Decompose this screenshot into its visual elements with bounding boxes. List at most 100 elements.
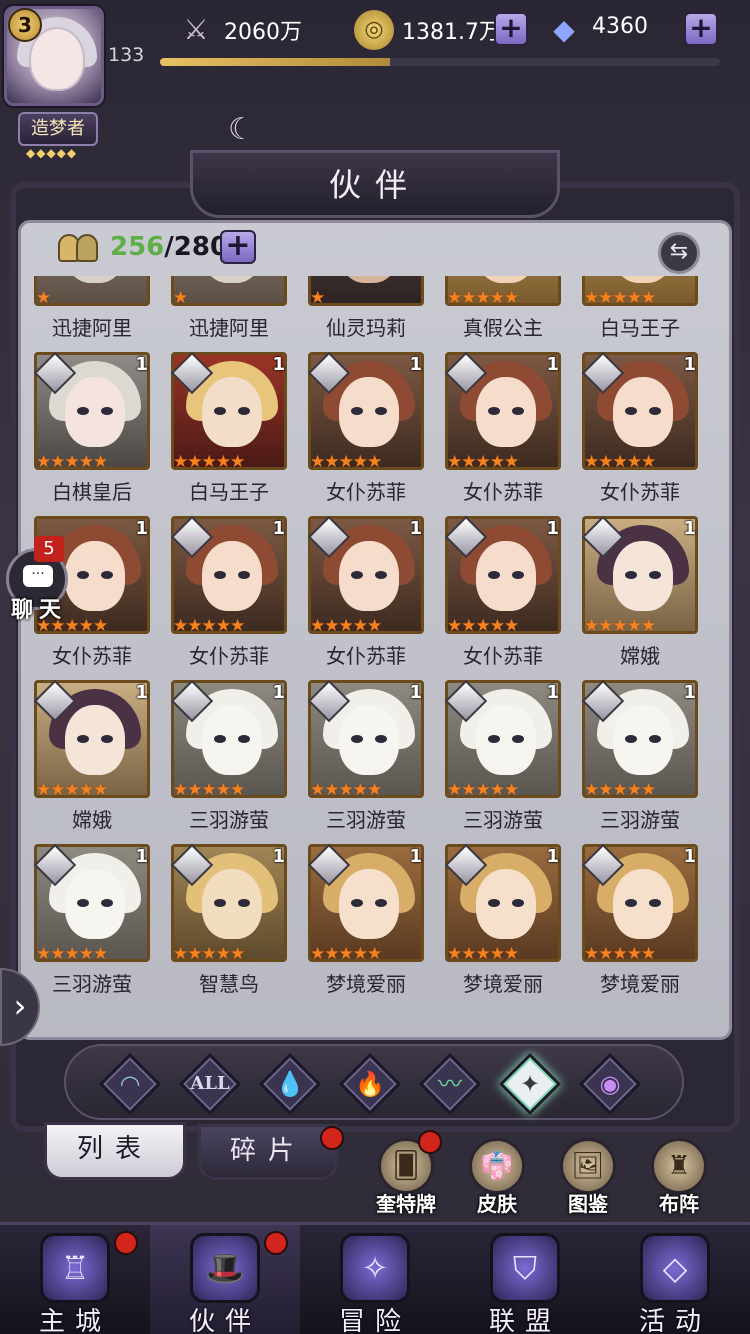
portrait-face xyxy=(202,705,262,775)
companion-card[interactable]: 1 ★★★★★ 白马王子 xyxy=(167,351,291,516)
companion-stars: ★★★★★ xyxy=(310,616,382,636)
companion-tier: 1 xyxy=(272,846,285,867)
companion-card[interactable]: 1 ★★★★★ 女仆苏菲 xyxy=(578,351,702,516)
companion-tier: 1 xyxy=(272,518,285,539)
chat-label[interactable]: 聊天 xyxy=(4,592,74,624)
companion-card[interactable]: 1 ★★★★★ 女仆苏菲 xyxy=(167,515,291,680)
companion-card[interactable]: 1 ★★★★★ 梦境爱丽 xyxy=(578,843,702,1008)
cards-icon: ◇ xyxy=(640,1233,710,1303)
gem-resource: ◆ 4360 + xyxy=(544,10,720,48)
companion-card[interactable]: 1 ★★★★★ 嫦娥 xyxy=(30,679,154,844)
sort-swap-button[interactable]: ⇆ xyxy=(658,232,700,274)
companion-card[interactable]: 1 ★★★★★ 嫦娥 xyxy=(578,515,702,680)
nav-adventure[interactable]: ✧ 冒险 xyxy=(300,1225,450,1334)
companion-card[interactable]: 1 ★★★★★ 三羽游萤 xyxy=(30,843,154,1008)
tab-shards[interactable]: 碎片 xyxy=(198,1124,338,1180)
portrait-eye xyxy=(512,407,524,415)
element-filter-bar: ◠ ALL 💧 🔥 〰 ✦ ◉ xyxy=(64,1044,684,1120)
filter-light-button[interactable]: ◠ xyxy=(98,1052,162,1116)
companion-tier: 1 xyxy=(409,518,422,539)
companion-stars: ★★★★★ xyxy=(447,288,519,308)
companion-card[interactable]: ★ 迅捷阿里 xyxy=(30,276,154,352)
companion-card[interactable]: 1 ★★★★★ 梦境爱丽 xyxy=(304,843,428,1008)
companion-card[interactable]: 1 ★★★★★ 三羽游萤 xyxy=(167,679,291,844)
bottom-navigation: ♖ 主城 🎩 伙伴 ✧ 冒险 ⛉ 联盟 ◇ 活动 xyxy=(0,1222,750,1334)
companion-card[interactable]: 1 ★★★★★ 女仆苏菲 xyxy=(441,351,565,516)
companion-name: 女仆苏菲 xyxy=(326,644,406,668)
filter-water-button[interactable]: 💧 xyxy=(258,1052,322,1116)
add-gold-button[interactable]: + xyxy=(494,12,528,46)
top-resource-bar: 3 133 ⚔ 2060万 ◎ 1381.7万 + ◆ 4360 + xyxy=(0,0,750,140)
portrait-face xyxy=(202,869,262,939)
filter-dark-button[interactable]: ◉ xyxy=(578,1052,642,1116)
formation-button[interactable]: ♜ 布阵 xyxy=(639,1138,719,1218)
companion-card[interactable]: ★ 迅捷阿里 xyxy=(167,276,291,352)
skin-button[interactable]: 👘 皮肤 xyxy=(457,1138,537,1218)
gallery-button[interactable]: 🖼 图鉴 xyxy=(548,1138,628,1218)
companion-card[interactable]: 1 ★★★★★ 三羽游萤 xyxy=(441,679,565,844)
companion-stars: ★★★★★ xyxy=(173,452,245,472)
portrait-eye xyxy=(214,899,226,907)
companion-card[interactable]: 1 ★★★★★ 女仆苏菲 xyxy=(441,515,565,680)
companion-card[interactable]: 1 ★★★★★ 智慧鸟 xyxy=(167,843,291,1008)
tarot-button[interactable]: 🂠 奎特牌 xyxy=(366,1130,446,1218)
nav-companions[interactable]: 🎩 伙伴 xyxy=(150,1225,300,1334)
count-text: 256/280 xyxy=(110,232,228,262)
companion-tier: 1 xyxy=(272,682,285,703)
companion-card[interactable]: ★★★★★ 真假公主 xyxy=(441,276,565,352)
nav-events[interactable]: ◇ 活动 xyxy=(600,1225,750,1334)
companion-card[interactable]: 1 ★★★★★ 女仆苏菲 xyxy=(304,351,428,516)
companion-card[interactable]: ★★★★★ 白马王子 xyxy=(578,276,702,352)
companion-stars: ★★★★★ xyxy=(173,944,245,964)
portrait-eye xyxy=(238,571,250,579)
filter-wind-button[interactable]: 〰 xyxy=(418,1052,482,1116)
companion-stars: ★★★★★ xyxy=(173,780,245,800)
filter-all-button[interactable]: ALL xyxy=(178,1052,242,1116)
sword-resource: ⚔ 2060万 xyxy=(176,10,336,48)
companion-card[interactable]: 1 ★★★★★ 女仆苏菲 xyxy=(304,515,428,680)
companion-stars: ★★★★★ xyxy=(584,780,656,800)
companion-stars: ★ xyxy=(36,288,51,308)
companion-stars: ★ xyxy=(310,288,325,308)
portrait-eye xyxy=(625,407,637,415)
portrait-eye xyxy=(101,571,113,579)
companion-tier: 1 xyxy=(135,354,148,375)
companion-stars: ★★★★★ xyxy=(36,780,108,800)
companion-name: 白马王子 xyxy=(600,316,680,340)
diamond-gem-icon: ◆ xyxy=(553,13,575,46)
companion-tier: 1 xyxy=(683,518,696,539)
filter-star-button[interactable]: ✦ xyxy=(498,1052,562,1116)
formation-icon: ♜ xyxy=(651,1138,707,1194)
sword-icon: ⚔ xyxy=(183,13,209,46)
companion-card[interactable]: 1 ★★★★★ 三羽游萤 xyxy=(578,679,702,844)
companion-card[interactable]: ★ 仙灵玛莉 xyxy=(304,276,428,352)
companion-card[interactable]: 1 ★★★★★ 白棋皇后 xyxy=(30,351,154,516)
tab-list[interactable]: 列表 xyxy=(44,1122,186,1180)
nav-main-city[interactable]: ♖ 主城 xyxy=(0,1225,150,1334)
expand-slots-button[interactable]: + xyxy=(220,230,256,264)
companion-stars: ★★★★★ xyxy=(584,616,656,636)
portrait-eye xyxy=(625,571,637,579)
filter-fire-button[interactable]: 🔥 xyxy=(338,1052,402,1116)
nav-alliance[interactable]: ⛉ 联盟 xyxy=(450,1225,600,1334)
portrait-eye xyxy=(375,407,387,415)
portrait-face xyxy=(476,869,536,939)
portrait-eye xyxy=(649,899,661,907)
companion-stars: ★★★★★ xyxy=(310,452,382,472)
companion-tier: 1 xyxy=(135,846,148,867)
portrait-eye xyxy=(77,735,89,743)
companion-name: 智慧鸟 xyxy=(199,972,259,996)
companion-grid-viewport[interactable]: ★ 迅捷阿里 ★ 迅捷阿里 ★ 仙灵玛莉 ★★★★★ 真假公主 ★★★★★ 白马王子 1 ★★★★★ 白… xyxy=(30,276,720,1016)
companion-stars: ★★★★★ xyxy=(36,944,108,964)
companion-card[interactable]: 1 ★★★★★ 三羽游萤 xyxy=(304,679,428,844)
portrait-eye xyxy=(488,571,500,579)
portrait-eye xyxy=(101,407,113,415)
portrait-eye xyxy=(512,735,524,743)
player-number: 133 xyxy=(108,44,145,66)
castle-icon: ♖ xyxy=(40,1233,110,1303)
add-gem-button[interactable]: + xyxy=(684,12,718,46)
companion-card[interactable]: 1 ★★★★★ 梦境爱丽 xyxy=(441,843,565,1008)
player-title-badge[interactable]: 造梦者 xyxy=(18,112,98,146)
shield-icon: ⛉ xyxy=(490,1233,560,1303)
header-banner: 伙伴 xyxy=(190,150,560,218)
